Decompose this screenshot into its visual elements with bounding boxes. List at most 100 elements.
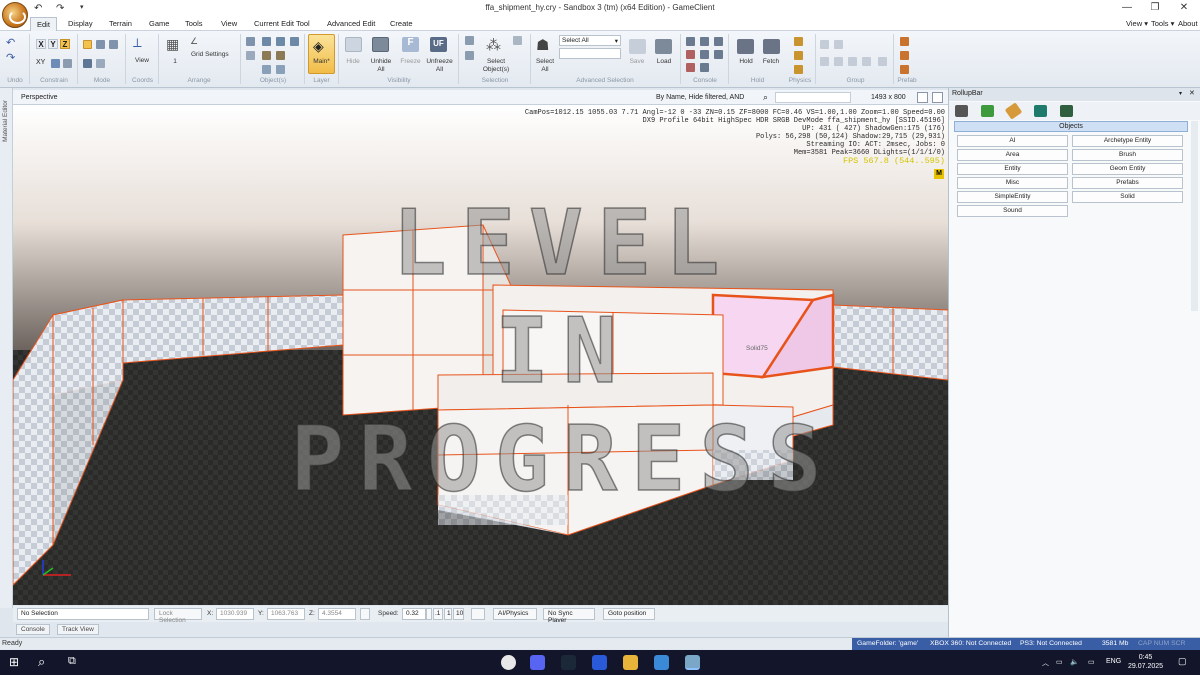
z-coordinate-field[interactable]: 4.3554 (318, 608, 356, 620)
speed-field[interactable]: 0.32 (402, 608, 426, 620)
console-icon[interactable] (714, 50, 723, 59)
console-icon[interactable] (700, 37, 709, 46)
object-type-prefabs-button[interactable]: Prefabs (1072, 177, 1183, 189)
objects-section-header[interactable]: Objects (954, 121, 1188, 132)
object-type-misc-button[interactable]: Misc (957, 177, 1068, 189)
hide-button[interactable]: Hide (340, 58, 366, 66)
select-lock-icon[interactable] (513, 36, 522, 45)
hide-eye-icon[interactable] (345, 37, 362, 52)
object-link-icon[interactable] (246, 37, 255, 46)
group-attach-icon[interactable] (848, 57, 857, 66)
select-all-dropdown[interactable]: Select All ▾ (559, 35, 621, 46)
group-icon[interactable] (820, 40, 829, 49)
unhide-eye-icon[interactable] (372, 37, 389, 52)
console-icon[interactable] (700, 63, 709, 72)
physics-reset-icon[interactable] (794, 51, 803, 60)
maximize-button[interactable]: ❐ (1145, 2, 1165, 13)
console-icon[interactable] (700, 50, 709, 59)
file-explorer-icon[interactable] (623, 655, 638, 670)
y-coordinate-field[interactable]: 1063.763 (267, 608, 305, 620)
select-mode-icon[interactable] (83, 59, 92, 68)
object-type-archetype-entity-button[interactable]: Archetype Entity (1072, 135, 1183, 147)
speed-spinner-icon[interactable] (426, 608, 432, 620)
freeze-icon[interactable]: F (402, 37, 419, 52)
coords-axis-icon[interactable]: ⟂ (133, 35, 142, 51)
tab-view[interactable]: View (221, 19, 237, 28)
object-mirror-icon[interactable] (276, 65, 285, 74)
taskbar-clock[interactable]: 0:45 29.07.2025 (1128, 653, 1163, 671)
console-icon[interactable] (714, 37, 723, 46)
console-icon[interactable] (686, 37, 695, 46)
freeze-button[interactable]: Freeze (397, 58, 424, 66)
hold-button[interactable]: Hold (733, 58, 759, 66)
object-type-solid-button[interactable]: Solid (1072, 191, 1183, 203)
lock-selection-button[interactable]: Lock Selection (154, 608, 202, 624)
object-snap-icon[interactable] (290, 37, 299, 46)
discord-icon[interactable] (530, 655, 545, 670)
no-sync-player-button[interactable]: No Sync Player (543, 608, 595, 624)
object-type-ai-button[interactable]: AI (957, 135, 1068, 147)
app-logo-icon[interactable] (2, 2, 28, 28)
notifications-icon[interactable]: ▢ (1178, 656, 1187, 667)
display-icon[interactable] (1034, 105, 1047, 117)
tray-battery-icon[interactable]: ▭ (1088, 658, 1095, 666)
save-selection-button[interactable]: Save (624, 58, 650, 66)
selection-name-field[interactable] (559, 48, 621, 59)
object-type-sound-button[interactable]: Sound (957, 205, 1068, 217)
object-align-icon[interactable] (262, 37, 271, 46)
viewport-maximize-icon[interactable] (932, 92, 943, 103)
group-detach-icon[interactable] (862, 57, 871, 66)
menu-about[interactable]: About (1178, 19, 1198, 28)
sandbox-taskbar-icon[interactable] (685, 655, 700, 670)
tray-language[interactable]: ENG (1106, 658, 1121, 665)
search-icon[interactable]: ⌕ (763, 92, 768, 103)
prefab-open-icon[interactable] (900, 51, 909, 60)
tray-network-icon[interactable]: ▭ (1056, 658, 1063, 666)
brush-tool-icon[interactable] (1004, 102, 1023, 120)
object-type-simpleentity-button[interactable]: SimpleEntity (957, 191, 1068, 203)
select-objects-button[interactable]: Select Object(s) (478, 58, 514, 74)
object-unlink-icon[interactable] (246, 51, 255, 60)
unhide-all-button[interactable]: Unhide All (367, 58, 395, 74)
search-icon[interactable]: ⌕ (38, 654, 45, 670)
load-selection-icon[interactable] (655, 39, 672, 54)
tab-create[interactable]: Create (390, 19, 413, 28)
ai-physics-button[interactable]: AI/Physics (493, 608, 537, 620)
3d-viewport[interactable]: CamPos=1012.15 1055.03 7.71 Angl=-12 0 -… (13, 105, 948, 605)
redo-icon[interactable]: ↷ (6, 51, 15, 64)
constrain-surface-icon[interactable] (51, 59, 60, 68)
object-type-entity-button[interactable]: Entity (957, 163, 1068, 175)
speed-preset-1[interactable]: 1 (444, 608, 452, 620)
group-extra-icon[interactable] (878, 57, 887, 66)
grid-size-value[interactable]: 1 (170, 58, 180, 66)
object-type-geom-entity-button[interactable]: Geom Entity (1072, 163, 1183, 175)
save-selection-icon[interactable] (629, 39, 646, 54)
prefab-close-icon[interactable] (900, 65, 909, 74)
constrain-y-button[interactable]: Y (48, 39, 58, 49)
terrain-mode-icon[interactable] (96, 59, 105, 68)
tab-game[interactable]: Game (149, 19, 169, 28)
wall-right[interactable] (832, 304, 948, 381)
material-editor-strip[interactable]: Material Editor (0, 88, 13, 608)
coords-view-dropdown[interactable]: View (127, 57, 157, 65)
x-coordinate-field[interactable]: 1030.939 (216, 608, 254, 620)
close-button[interactable]: ✕ (1174, 2, 1194, 13)
rotate-mode-icon[interactable] (96, 40, 105, 49)
coordinate-lock-icon[interactable] (360, 608, 370, 620)
viewport-name[interactable]: Perspective (21, 94, 58, 101)
viewport-options-icon[interactable] (917, 92, 928, 103)
object-physics-icon[interactable] (262, 51, 271, 60)
select-objects-icon[interactable]: ⁂ (486, 36, 501, 54)
object-reset-icon[interactable] (276, 51, 285, 60)
hold-icon[interactable] (737, 39, 754, 54)
yandex-browser-icon[interactable] (501, 655, 516, 670)
fetch-button[interactable]: Fetch (758, 58, 784, 66)
console-icon[interactable] (686, 50, 695, 59)
tab-display[interactable]: Display (68, 19, 93, 28)
viewport-search-input[interactable] (775, 92, 851, 103)
group-close-icon[interactable] (834, 57, 843, 66)
selection-field[interactable]: No Selection (17, 608, 149, 620)
undo-icon[interactable]: ↶ (6, 36, 15, 49)
speed-preset-10[interactable]: 10 (453, 608, 464, 620)
tab-current-edit-tool[interactable]: Current Edit Tool (254, 19, 310, 28)
